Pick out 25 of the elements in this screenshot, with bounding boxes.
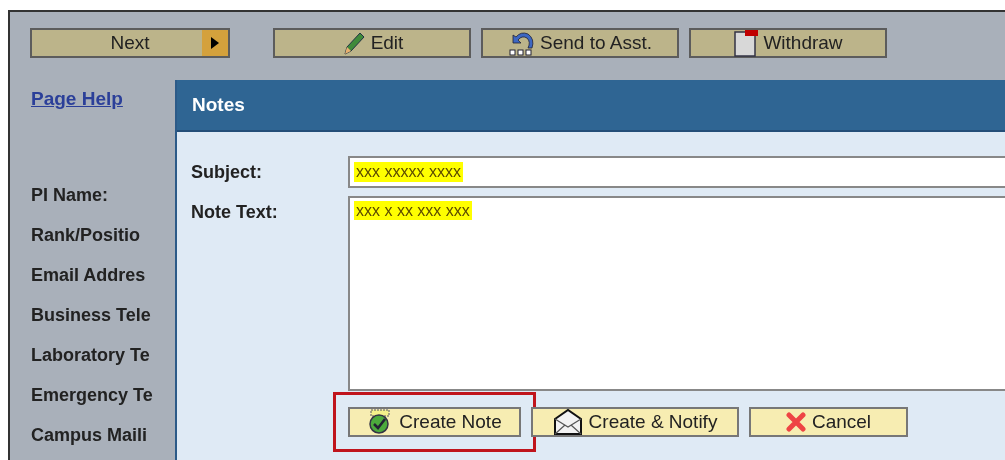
toolbar-button[interactable]: Withdraw bbox=[689, 28, 887, 58]
document-icon bbox=[733, 29, 760, 57]
page-help-link[interactable]: Page Help bbox=[31, 88, 123, 110]
toolbar-button[interactable]: Edit bbox=[273, 28, 471, 58]
field-label: Campus Maili bbox=[31, 424, 149, 447]
toolbar-button[interactable]: Next bbox=[30, 28, 230, 58]
dialog-title: Notes bbox=[192, 94, 245, 116]
field-label: PI Name: bbox=[31, 184, 110, 207]
field-label: Rank/Positio bbox=[31, 224, 142, 247]
field-label: Email Addres bbox=[31, 264, 147, 287]
dialog-button[interactable]: Create Note bbox=[348, 407, 521, 437]
subject-field[interactable]: xxx xxxxx xxxx bbox=[348, 156, 1005, 188]
field-label: Laboratory Te bbox=[31, 344, 151, 367]
note-text-field[interactable]: xxx x xx xxx xxx bbox=[348, 196, 1005, 391]
dialog-button[interactable]: Cancel bbox=[749, 407, 908, 437]
field-label: Note Text: bbox=[191, 201, 279, 224]
envelope-icon bbox=[552, 408, 583, 436]
field-label: Business Tele bbox=[31, 304, 152, 327]
field-label: Subject: bbox=[191, 161, 263, 184]
dialog-button[interactable]: Create & Notify bbox=[531, 407, 739, 437]
close-icon bbox=[785, 412, 806, 432]
field-label: Emergency Te bbox=[31, 384, 154, 407]
toolbar-button[interactable]: Send to Asst. bbox=[481, 28, 679, 58]
play-icon bbox=[202, 30, 228, 56]
undo-arrow-icon bbox=[508, 29, 536, 57]
